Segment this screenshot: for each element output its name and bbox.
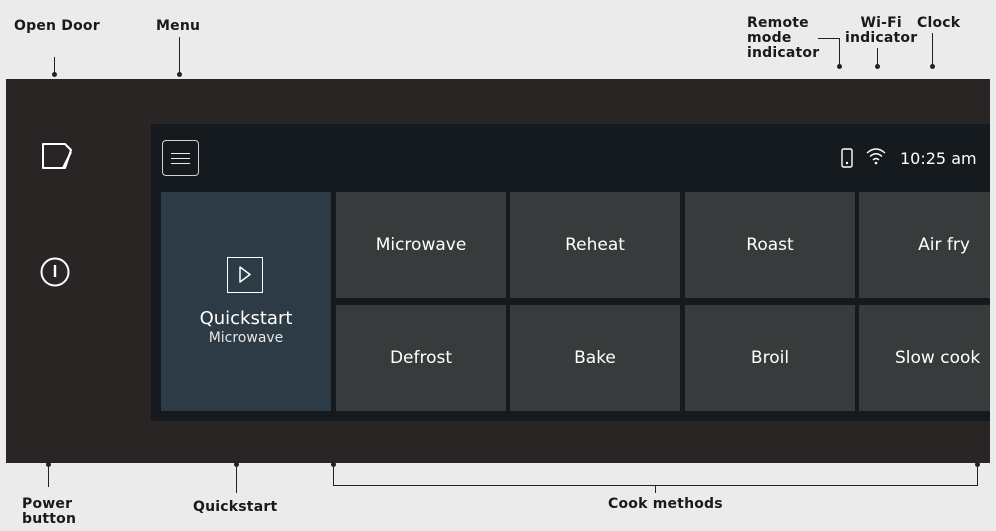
open-door-icon[interactable] [41,142,75,177]
leader-open-door [54,57,55,73]
power-icon[interactable] [39,256,71,293]
callout-menu: Menu [156,18,201,34]
callout-wifi: Wi-Fi indicator [845,15,918,46]
play-icon [227,257,263,293]
leader-dot-clock [930,64,935,69]
leader-dot-open-door [52,72,57,77]
cook-method-broil[interactable]: Broil [685,305,855,411]
cook-method-bake[interactable]: Bake [510,305,680,411]
touch-screen: 10:25 am Quickstart Microwave Microwave … [151,124,990,421]
leader-menu [179,37,180,73]
leader-remote-mode-h [818,38,839,39]
phone-icon [841,148,853,173]
cook-method-defrost[interactable]: Defrost [336,305,506,411]
cook-method-slow-cook[interactable]: Slow cook [859,305,990,411]
leader-clock [932,33,933,66]
callout-quickstart: Quickstart [193,499,278,515]
callout-open-door: Open Door [14,18,100,34]
cook-method-reheat[interactable]: Reheat [510,192,680,298]
quickstart-subtitle: Microwave [208,330,284,346]
clock: 10:25 am [900,149,977,168]
wifi-icon [865,147,887,170]
callout-power-button: Power button [22,496,77,527]
leader-quickstart [236,465,237,493]
bracket-right [977,465,978,485]
leader-dot-wifi [875,64,880,69]
callout-clock: Clock [917,15,961,31]
leader-dot-remote-mode [837,64,842,69]
cook-method-air-fry[interactable]: Air fry [859,192,990,298]
quickstart-title: Quickstart [199,308,293,329]
leader-dot-menu [177,72,182,77]
quickstart-tile[interactable]: Quickstart Microwave [161,192,331,411]
cook-method-microwave[interactable]: Microwave [336,192,506,298]
callout-remote-mode: Remote mode indicator [747,15,820,61]
bracket-left [333,465,334,485]
leader-remote-mode [839,38,840,66]
leader-power [48,465,49,487]
cook-method-roast[interactable]: Roast [685,192,855,298]
callout-cook-methods: Cook methods [608,496,723,512]
bracket-center [655,485,656,493]
menu-button[interactable] [162,140,199,176]
hamburger-menu-icon [171,152,190,154]
